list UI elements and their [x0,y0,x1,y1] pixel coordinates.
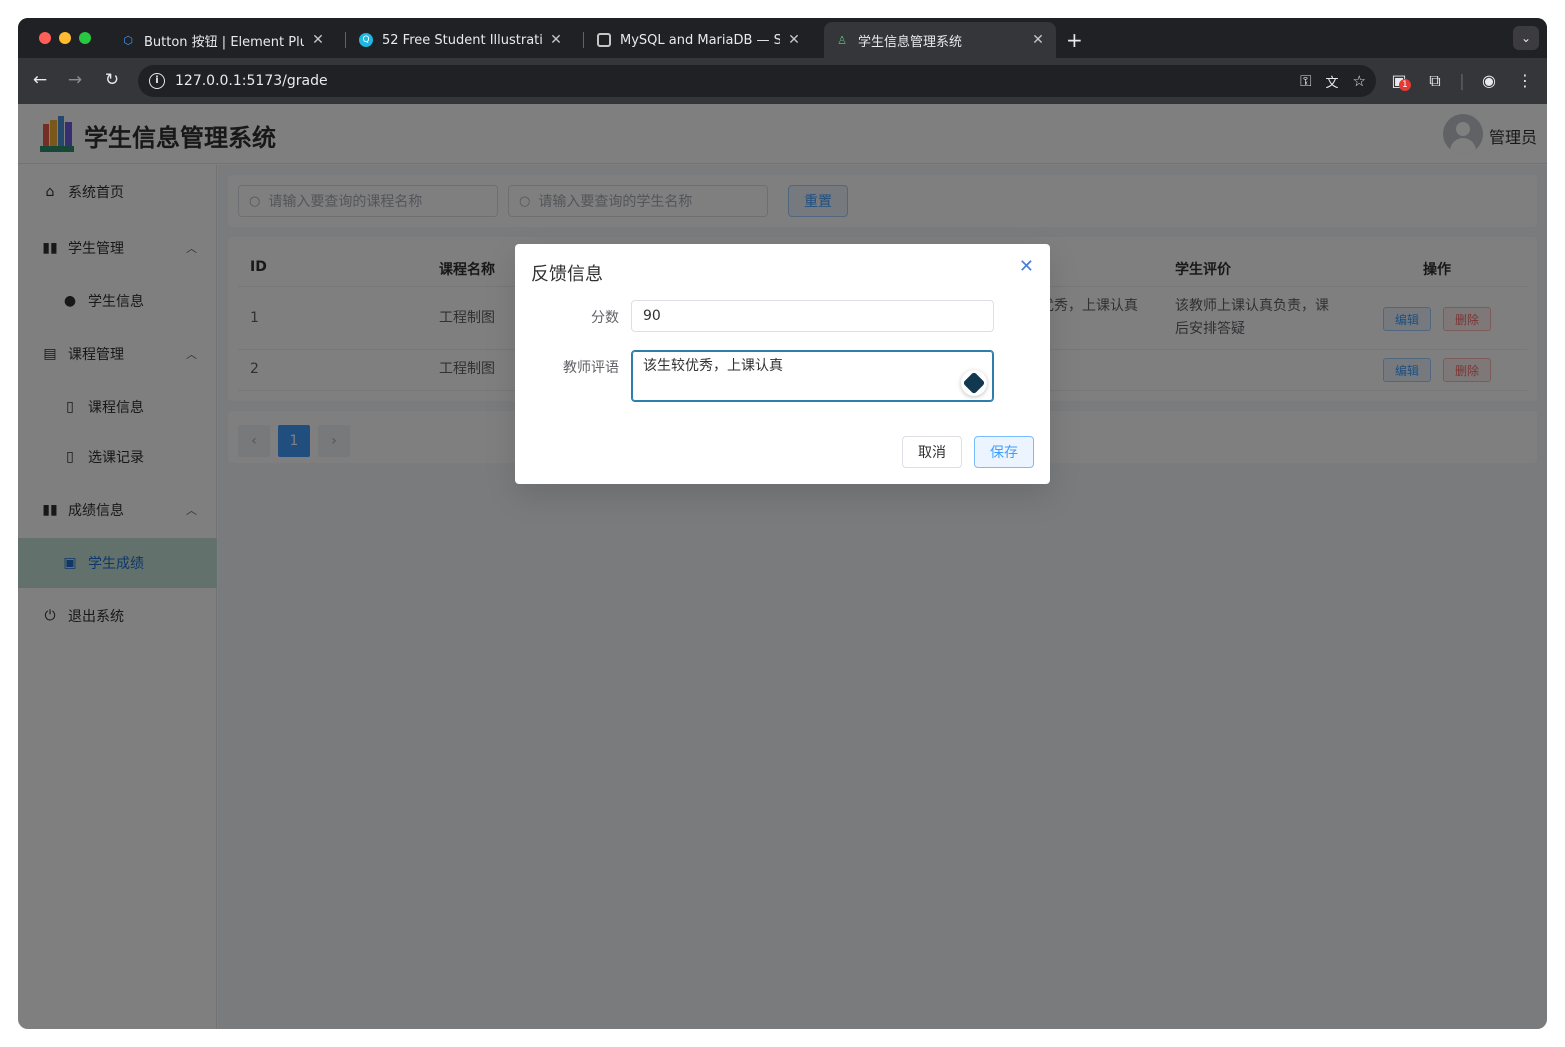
save-button[interactable]: 保存 [974,436,1034,468]
teacher-comment-label: 教师评语 [563,360,619,376]
writing-assistant-icon[interactable] [961,370,987,396]
url-text: 127.0.0.1:5173/grade [175,73,328,89]
tab-title: MySQL and MariaDB — SQLA [620,32,780,48]
browser-window: ⬡ Button 按钮 | Element Plus ✕ Q 52 Free S… [18,18,1547,1029]
browser-tab-app[interactable]: ♙ 学生信息管理系统 ✕ [824,22,1056,58]
dialog-title: 反馈信息 [531,264,603,285]
close-window-button[interactable] [39,32,51,44]
close-tab-icon[interactable]: ✕ [548,32,564,48]
extension-icon[interactable]: ▣ 1 [1389,71,1411,91]
search-favicon: Q [358,32,374,48]
extensions-puzzle-icon[interactable]: ⧉ [1425,71,1445,91]
tab-search-button[interactable]: ⌄ [1513,26,1539,50]
close-tab-icon[interactable]: ✕ [310,32,326,48]
extension-badge: 1 [1399,79,1411,91]
tab-title: 52 Free Student Illustrations [382,32,542,48]
element-plus-icon: ⬡ [123,33,133,47]
tab-separator [583,32,584,48]
new-tab-button[interactable]: + [1066,28,1083,52]
browser-tab-illustrations[interactable]: Q 52 Free Student Illustrations ✕ [348,22,574,58]
close-tab-icon[interactable]: ✕ [786,32,802,48]
back-button[interactable]: ← [29,70,51,90]
profile-icon[interactable]: ◉ [1479,71,1499,90]
forward-button[interactable]: → [64,70,86,90]
minimize-window-button[interactable] [59,32,71,44]
tab-strip: ⬡ Button 按钮 | Element Plus ✕ Q 52 Free S… [18,18,1547,58]
password-key-icon[interactable]: ⚿ [1300,72,1311,90]
close-tab-icon[interactable]: ✕ [1030,32,1046,48]
close-icon[interactable]: ✕ [1019,256,1034,277]
address-bar[interactable]: i 127.0.0.1:5173/grade ⚿ 文 ☆ [138,65,1376,97]
teacher-comment-text: 该生较优秀，上课认真 [643,358,783,374]
cancel-button[interactable]: 取消 [902,436,962,468]
tab-separator [345,32,346,48]
browser-tab-element-plus[interactable]: ⬡ Button 按钮 | Element Plus ✕ [110,22,336,58]
site-info-icon[interactable]: i [149,73,165,89]
teacher-comment-textarea[interactable]: 该生较优秀，上课认真 [631,350,994,402]
app-favicon: ♙ [837,33,847,47]
menu-kebab-icon[interactable]: ⋮ [1515,71,1535,90]
score-input[interactable]: 90 [631,300,994,332]
tab-title: 学生信息管理系统 [858,34,963,50]
toolbar-divider: | [1459,71,1465,90]
tab-title: Button 按钮 | Element Plus [144,34,304,50]
reload-button[interactable]: ↻ [101,70,123,90]
translate-icon[interactable]: 文 [1326,72,1339,91]
bookmark-star-icon[interactable]: ☆ [1353,72,1366,90]
maximize-window-button[interactable] [79,32,91,44]
app-root: 学生信息管理系统 管理员 ⌂ 系统首页 ▮▮ 学生管理 ︿ ● 学生信息 ▤ [18,104,1547,1029]
sqlalchemy-icon [596,32,612,48]
score-label: 分数 [591,310,619,326]
browser-toolbar: ← → ↻ i 127.0.0.1:5173/grade ⚿ 文 ☆ ▣ 1 ⧉… [18,58,1547,104]
feedback-dialog: 反馈信息 ✕ 分数 90 教师评语 该生较优秀，上课认真 取消 保存 [515,244,1050,484]
browser-tab-sqlalchemy[interactable]: MySQL and MariaDB — SQLA ✕ [586,22,812,58]
modal-overlay[interactable] [18,104,1547,1029]
